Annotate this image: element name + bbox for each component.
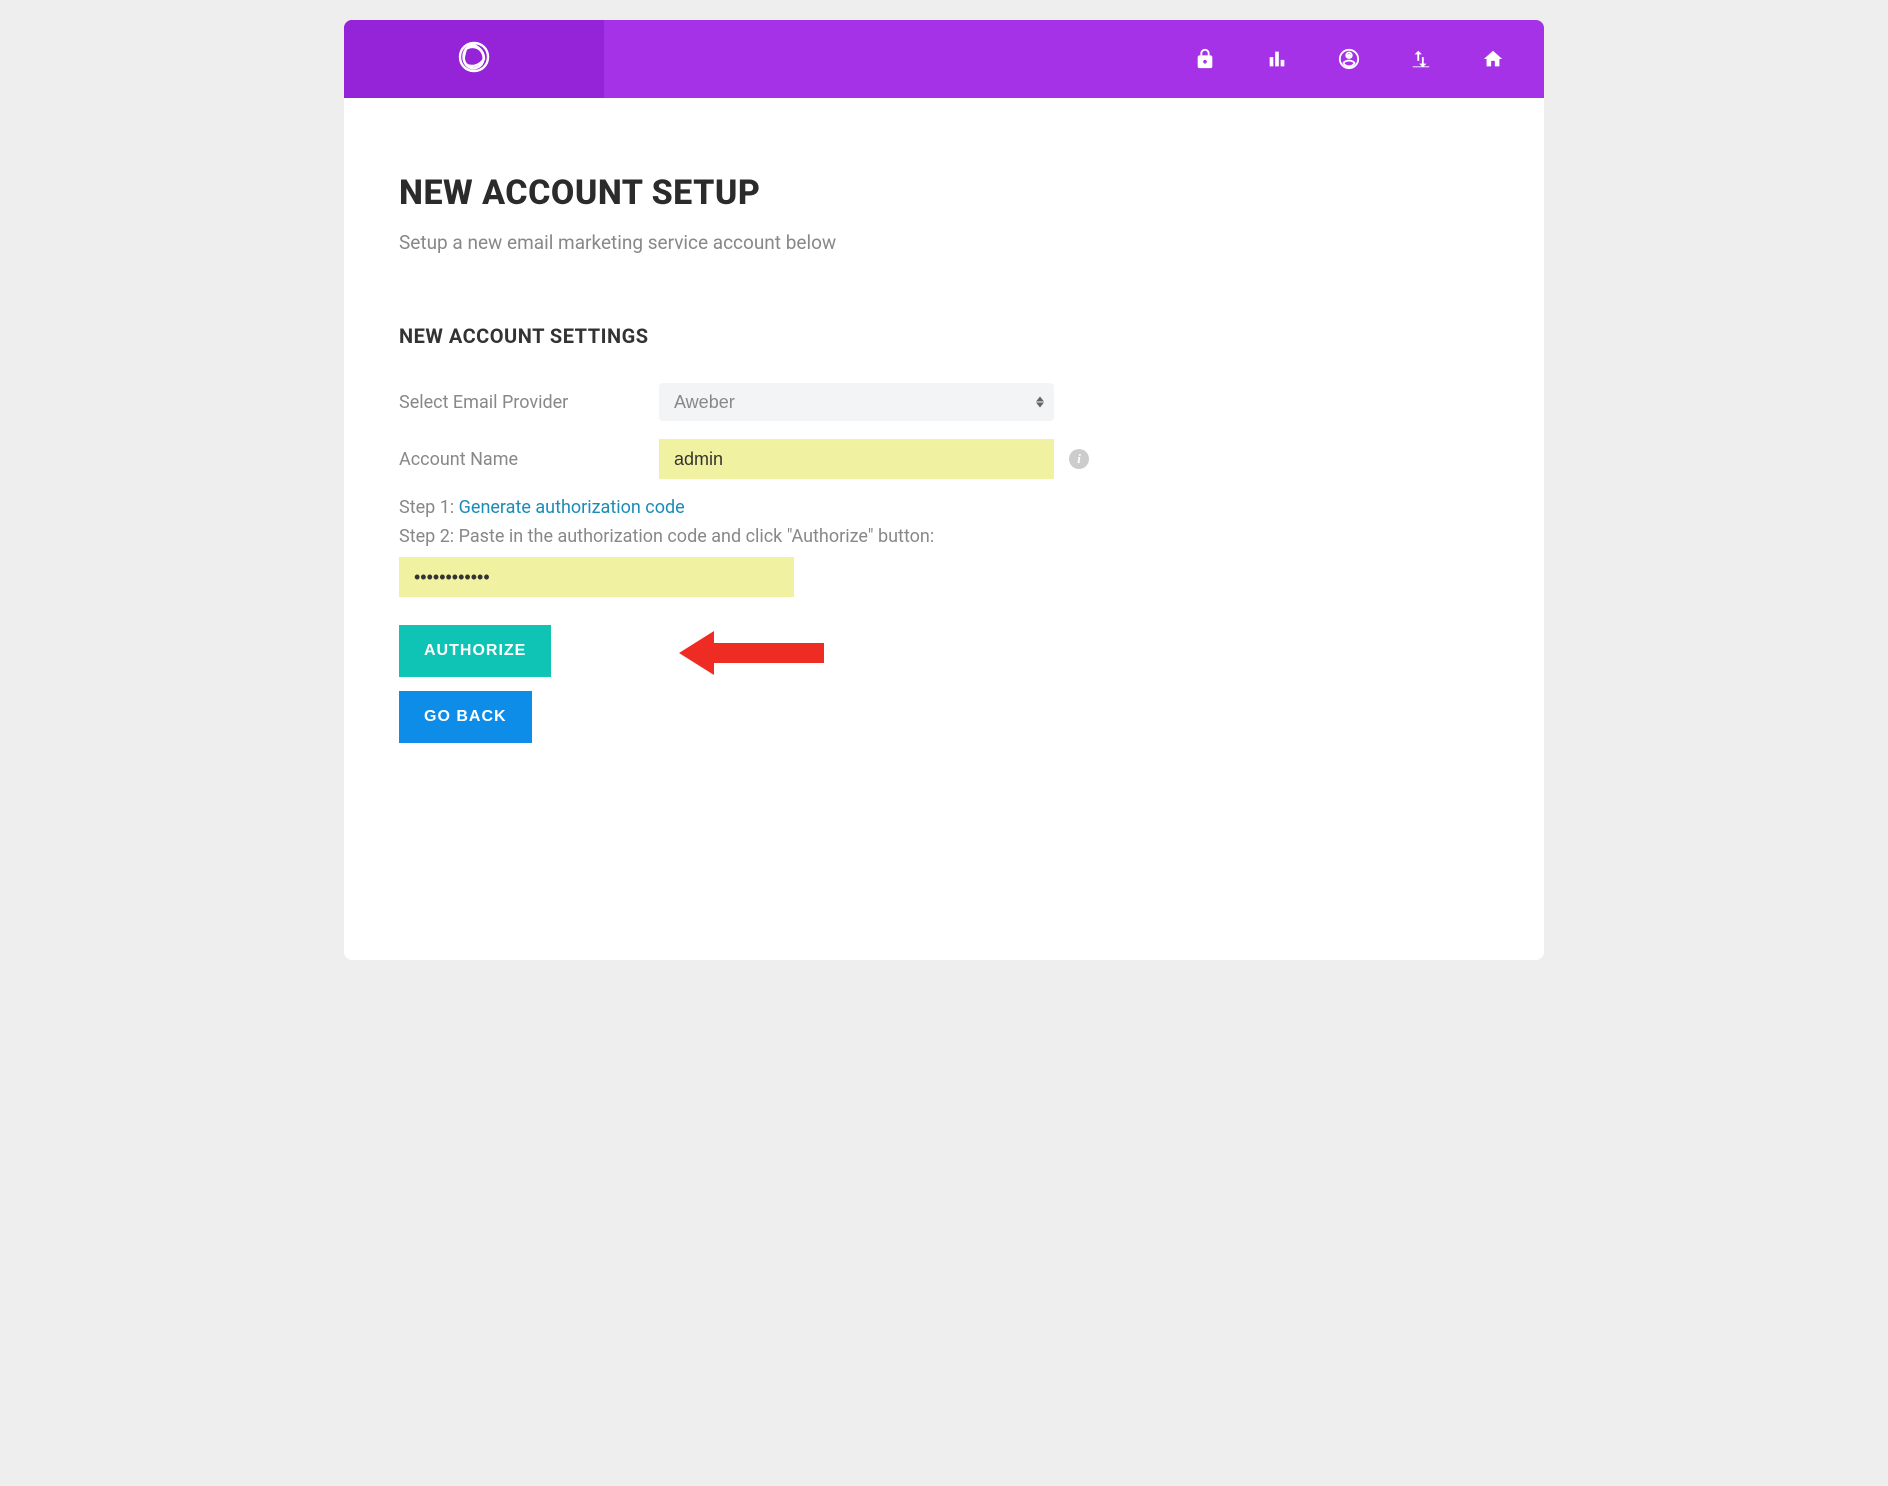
step2-text: Step 2: Paste in the authorization code … xyxy=(399,526,1489,547)
go-back-button[interactable]: GO BACK xyxy=(399,691,532,743)
logo-icon xyxy=(454,37,494,81)
main-content: NEW ACCOUNT SETUP Setup a new email mark… xyxy=(344,98,1544,798)
home-icon[interactable] xyxy=(1482,48,1504,70)
account-name-row: Account Name i xyxy=(399,439,1489,479)
arrow-annotation-icon xyxy=(674,623,829,687)
generate-code-link[interactable]: Generate authorization code xyxy=(459,497,685,518)
page-title: NEW ACCOUNT SETUP xyxy=(399,173,1489,213)
app-container: NEW ACCOUNT SETUP Setup a new email mark… xyxy=(344,20,1544,960)
account-name-label: Account Name xyxy=(399,449,659,470)
provider-row: Select Email Provider Aweber xyxy=(399,383,1489,421)
lock-icon[interactable] xyxy=(1194,48,1216,70)
info-icon[interactable]: i xyxy=(1069,449,1089,469)
step1-prefix: Step 1: xyxy=(399,497,459,518)
goback-row: GO BACK xyxy=(399,691,1489,743)
authorize-row: AUTHORIZE xyxy=(399,625,1489,691)
step1-text: Step 1: Generate authorization code xyxy=(399,497,1489,518)
provider-select[interactable]: Aweber xyxy=(659,383,1054,421)
chart-icon[interactable] xyxy=(1266,48,1288,70)
auth-code-input[interactable] xyxy=(399,557,794,597)
user-circle-icon[interactable] xyxy=(1338,48,1360,70)
section-title: NEW ACCOUNT SETTINGS xyxy=(399,324,1489,348)
logo-section[interactable] xyxy=(344,20,604,98)
authorize-button[interactable]: AUTHORIZE xyxy=(399,625,551,677)
provider-select-wrapper: Aweber xyxy=(659,383,1054,421)
account-name-input[interactable] xyxy=(659,439,1054,479)
nav-icons xyxy=(1194,48,1544,70)
top-bar xyxy=(344,20,1544,98)
provider-label: Select Email Provider xyxy=(399,392,659,413)
transfer-icon[interactable] xyxy=(1410,48,1432,70)
page-subtitle: Setup a new email marketing service acco… xyxy=(399,231,1489,254)
